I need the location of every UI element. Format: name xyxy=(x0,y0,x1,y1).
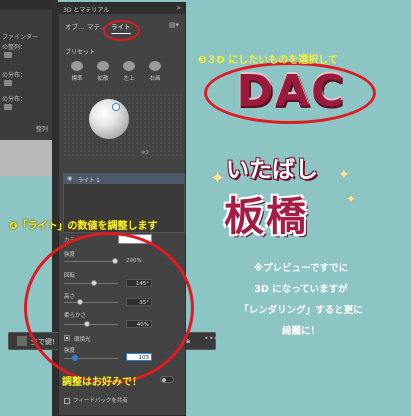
intensity-value[interactable]: 200% xyxy=(126,258,142,264)
step4-annotation: ❹「ライト」の数値を調整します xyxy=(9,221,158,232)
canvas-margin xyxy=(0,140,52,416)
presets-label: プリセット xyxy=(65,49,96,56)
sparkle-icon: ✦ xyxy=(338,167,350,183)
sparkle-icon: ✦ xyxy=(210,168,226,189)
panel-collapse-icon[interactable]: » xyxy=(176,3,181,12)
softness-slider-knob[interactable] xyxy=(83,321,90,327)
preference-annotation: 調整はお好みで！ xyxy=(62,377,142,388)
render-note-line: 「レンダリング」すると更に xyxy=(239,305,363,316)
color-label: カラー xyxy=(64,238,81,244)
light-preview-sphere xyxy=(89,99,129,139)
height-input[interactable]: 35° xyxy=(126,298,152,306)
canvas-document-area xyxy=(0,176,52,416)
layer-thumbnail xyxy=(17,336,27,346)
preset-diffuse-label: 拡散 xyxy=(97,76,109,82)
distribute-icon[interactable] xyxy=(4,80,12,86)
feedback-label: フィードバックを共有 xyxy=(73,398,128,404)
lock-icon[interactable]: 🔒︎ xyxy=(186,336,193,345)
light-preview[interactable]: ⊕3 xyxy=(63,93,183,157)
render-note-line: ※プレビューですでに xyxy=(253,263,349,274)
render-note-line: 3D になっていますが xyxy=(254,284,348,295)
ambient-light-checkbox[interactable] xyxy=(64,335,70,341)
rotation-slider-knob[interactable] xyxy=(90,280,97,286)
logo-kanji: 板橋 xyxy=(224,194,308,240)
preset-diffuse[interactable]: 拡散 xyxy=(91,61,115,82)
layer-name: 生で鍵! xyxy=(31,338,55,346)
ambient-light-label: 環境光 xyxy=(74,337,91,343)
distribute-label: の分布： xyxy=(2,72,27,79)
itabashi-logo[interactable]: ✦ ✦ ✦ いたばし 板橋 xyxy=(204,150,364,250)
step3-annotation: ❸３D にしたいものを選択して xyxy=(198,55,338,66)
highlight-oval-light-tab xyxy=(103,20,140,41)
light-item-name: ライト 1 xyxy=(78,178,100,184)
render-note-line: 綺麗に！ xyxy=(281,326,320,337)
preview-badge: ⊕3 xyxy=(141,150,149,156)
preset-standard-label: 標準 xyxy=(71,76,83,82)
panel-menu-icon[interactable]: ▤▾ xyxy=(169,21,179,29)
light-list-item[interactable]: ◉ ライト 1 xyxy=(64,174,184,184)
softness-label: 柔らかさ xyxy=(64,313,87,319)
rotation-input[interactable]: 145° xyxy=(126,279,152,287)
align-to-label: 整列 xyxy=(36,126,49,133)
tab-object[interactable]: オブ... xyxy=(65,21,84,31)
preset-standard[interactable]: 標準 xyxy=(65,61,89,82)
sparkle-icon: ✦ xyxy=(346,192,357,206)
preset-right[interactable]: 右画 xyxy=(143,61,167,82)
3d-materials-panel: 3D とマテリアル » オブ... マテ... ライト ▤▾ プリセット 標準 … xyxy=(58,2,186,416)
feedback-icon xyxy=(64,397,70,404)
finder-label: ファインダー xyxy=(2,34,39,41)
height-label: 高さ xyxy=(64,294,76,300)
distribute-spacing-label: の分布： xyxy=(2,96,27,103)
softness-input[interactable]: 40% xyxy=(126,320,152,328)
distribute-spacing-icon[interactable] xyxy=(4,104,12,110)
background-panel-tabstrip xyxy=(0,0,52,10)
align-label: の整列： xyxy=(2,44,27,51)
panel-titlebar[interactable]: 3D とマテリアル » xyxy=(59,3,185,14)
softness-slider[interactable] xyxy=(64,324,118,325)
preset-right-icon xyxy=(149,61,161,71)
dac-3d-text[interactable]: DAC xyxy=(216,62,366,122)
panel-title: 3D とマテリアル xyxy=(63,7,110,14)
height-slider[interactable] xyxy=(64,302,118,303)
light-color-swatch[interactable] xyxy=(118,234,152,244)
eye-icon[interactable]: ◉ xyxy=(67,175,72,182)
preset-top-left-label: 左上 xyxy=(123,76,135,82)
ambient-intensity-label: 強度 xyxy=(64,348,76,354)
align-icon[interactable] xyxy=(4,52,12,58)
ambient-intensity-slider-knob[interactable] xyxy=(71,355,78,361)
intensity-label: 強度 xyxy=(64,252,76,258)
preset-top-left[interactable]: 左上 xyxy=(117,61,141,82)
render-note: ※プレビューですでに 3D になっていますが 「レンダリング」すると更に 綺麗に… xyxy=(196,258,406,342)
light-position-handle[interactable] xyxy=(112,103,120,111)
logo-kana: いたばし xyxy=(226,157,318,183)
preset-standard-icon xyxy=(71,61,83,71)
light-presets: 標準 拡散 左上 右画 xyxy=(65,61,175,87)
ambient-intensity-input[interactable]: 103 xyxy=(126,353,152,361)
preset-diffuse-icon xyxy=(97,61,109,71)
preset-right-label: 右画 xyxy=(149,76,161,82)
preset-top-left-icon xyxy=(123,61,135,71)
rotation-label: 回転 xyxy=(64,273,76,279)
ray-tracing-toggle[interactable] xyxy=(160,376,174,383)
intensity-slider[interactable] xyxy=(64,261,118,262)
feedback-link[interactable]: フィードバックを共有 xyxy=(64,396,128,404)
